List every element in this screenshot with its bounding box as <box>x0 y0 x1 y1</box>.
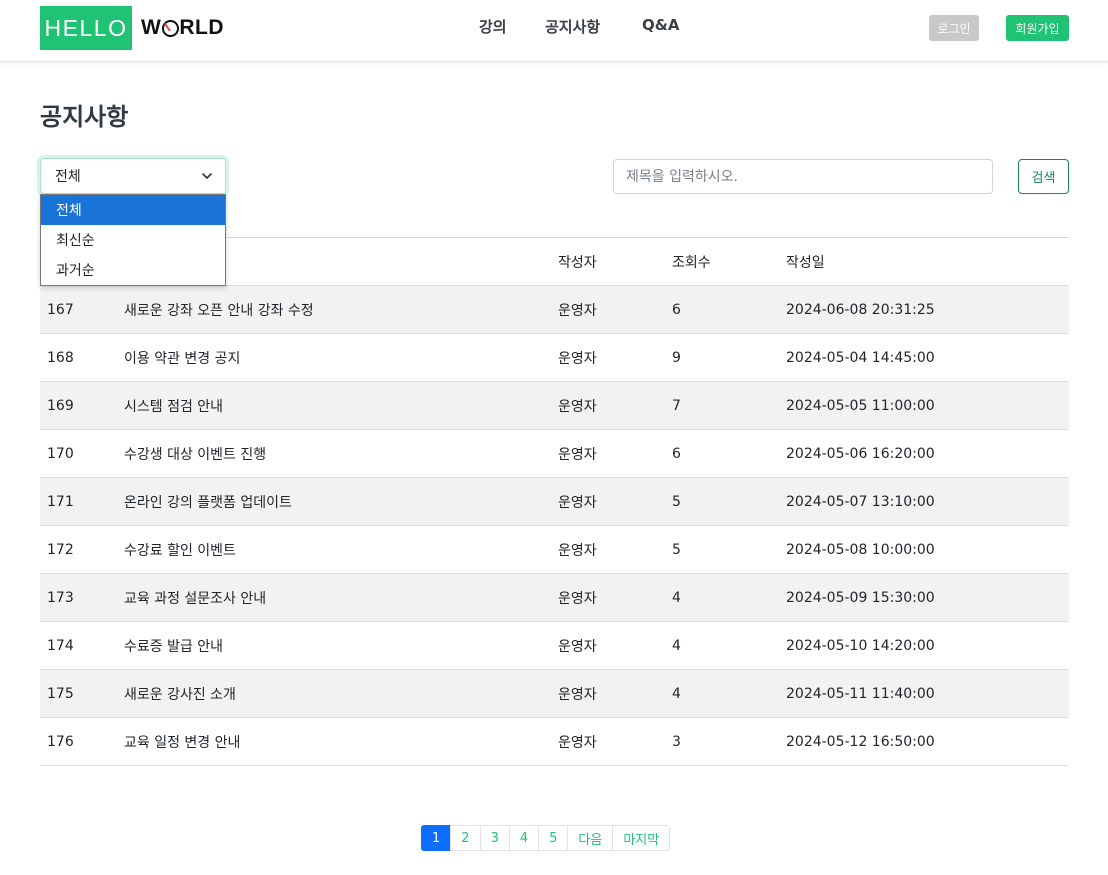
chevron-down-icon <box>202 173 212 179</box>
row-author: 운영자 <box>558 734 597 751</box>
table-row[interactable]: 175 새로운 강사진 소개 운영자 4 2024-05-11 11:40:00 <box>40 670 1069 718</box>
row-date: 2024-05-09 15:30:00 <box>786 589 935 606</box>
row-number: 170 <box>47 445 74 462</box>
notice-table: 작성자 조회수 작성일 167 새로운 강좌 오픈 안내 강좌 수정 운영자 6 202… <box>40 237 1069 766</box>
row-title[interactable]: 새로운 강좌 오픈 안내 강좌 수정 <box>124 286 314 333</box>
row-author: 운영자 <box>558 446 597 463</box>
page-next-button[interactable]: 다음 <box>567 825 614 851</box>
sort-option-all[interactable]: 전체 <box>41 195 225 225</box>
page-title: 공지사항 <box>40 103 129 131</box>
sort-option-oldest[interactable]: 과거순 <box>41 255 225 285</box>
sort-select[interactable]: 전체 <box>40 158 226 194</box>
table-row[interactable]: 174 수료증 발급 안내 운영자 4 2024-05-10 14:20:00 <box>40 622 1069 670</box>
pagination: 1 2 3 4 5 다음 마지막 <box>421 825 671 851</box>
page-link-1[interactable]: 1 <box>421 825 452 851</box>
search-input[interactable] <box>613 159 993 194</box>
search-button[interactable]: 검색 <box>1018 159 1069 194</box>
table-row[interactable]: 170 수강생 대상 이벤트 진행 운영자 6 2024-05-06 16:20:00 <box>40 430 1069 478</box>
row-author: 운영자 <box>558 638 597 655</box>
row-date: 2024-05-11 11:40:00 <box>786 685 935 702</box>
row-views: 6 <box>672 445 681 462</box>
row-title[interactable]: 이용 약관 변경 공지 <box>124 334 240 381</box>
row-number: 169 <box>47 397 74 414</box>
row-date: 2024-05-05 11:00:00 <box>786 397 935 414</box>
row-date: 2024-05-08 10:00:00 <box>786 541 935 558</box>
table-row[interactable]: 171 온라인 강의 플랫폼 업데이트 운영자 5 2024-05-07 13:10:0… <box>40 478 1069 526</box>
page-last-button[interactable]: 마지막 <box>612 825 671 851</box>
row-number: 172 <box>47 541 74 558</box>
table-row[interactable]: 169 시스템 점검 안내 운영자 7 2024-05-05 11:00:00 <box>40 382 1069 430</box>
row-author: 운영자 <box>558 398 597 415</box>
row-views: 5 <box>672 493 681 510</box>
login-button[interactable]: 로그인 <box>929 15 979 41</box>
row-number: 174 <box>47 637 74 654</box>
row-date: 2024-05-12 16:50:00 <box>786 733 935 750</box>
table-row[interactable]: 172 수강료 할인 이벤트 운영자 5 2024-05-08 10:00:00 <box>40 526 1069 574</box>
row-author: 운영자 <box>558 590 597 607</box>
row-number: 175 <box>47 685 74 702</box>
sort-select-value: 전체 <box>55 169 81 185</box>
row-date: 2024-05-10 14:20:00 <box>786 637 935 654</box>
column-header-author: 작성자 <box>558 254 597 271</box>
page-link-5[interactable]: 5 <box>538 825 569 851</box>
row-title[interactable]: 수강생 대상 이벤트 진행 <box>124 430 266 477</box>
table-row[interactable]: 176 교육 일정 변경 안내 운영자 3 2024-05-12 16:50:00 <box>40 718 1069 766</box>
table-row[interactable]: 167 새로운 강좌 오픈 안내 강좌 수정 운영자 6 2024-06-08 20:3… <box>40 286 1069 334</box>
nav-item-qna[interactable]: Q&A <box>642 16 679 34</box>
row-views: 4 <box>672 589 681 606</box>
table-row[interactable]: 168 이용 약관 변경 공지 운영자 9 2024-05-04 14:45:00 <box>40 334 1069 382</box>
row-title[interactable]: 온라인 강의 플랫폼 업데이트 <box>124 478 292 525</box>
row-date: 2024-06-08 20:31:25 <box>786 301 935 318</box>
page-link-2[interactable]: 2 <box>450 825 481 851</box>
row-number: 173 <box>47 589 74 606</box>
row-title[interactable]: 새로운 강사진 소개 <box>124 670 236 717</box>
row-author: 운영자 <box>558 686 597 703</box>
row-title[interactable]: 교육 일정 변경 안내 <box>124 718 240 765</box>
row-author: 운영자 <box>558 494 597 511</box>
column-header-views: 조회수 <box>672 254 711 271</box>
row-date: 2024-05-04 14:45:00 <box>786 349 935 366</box>
table-row[interactable]: 173 교육 과정 설문조사 안내 운영자 4 2024-05-09 15:30:00 <box>40 574 1069 622</box>
row-author: 운영자 <box>558 350 597 367</box>
row-views: 4 <box>672 685 681 702</box>
row-title[interactable]: 시스템 점검 안내 <box>124 382 223 429</box>
row-author: 운영자 <box>558 542 597 559</box>
row-views: 3 <box>672 733 681 750</box>
row-views: 9 <box>672 349 681 366</box>
row-number: 171 <box>47 493 74 510</box>
row-title[interactable]: 교육 과정 설문조사 안내 <box>124 574 266 621</box>
page-link-3[interactable]: 3 <box>479 825 510 851</box>
nav-item-lectures[interactable]: 강의 <box>479 16 507 37</box>
table-body: 167 새로운 강좌 오픈 안내 강좌 수정 운영자 6 2024-06-08 20:3… <box>40 286 1069 766</box>
row-number: 167 <box>47 301 74 318</box>
signup-button[interactable]: 회원가입 <box>1006 15 1069 41</box>
page-link-4[interactable]: 4 <box>508 825 540 851</box>
row-title[interactable]: 수강료 할인 이벤트 <box>124 526 236 573</box>
nav-item-notices[interactable]: 공지사항 <box>545 16 600 37</box>
row-views: 7 <box>672 397 681 414</box>
sort-dropdown: 전체 최신순 과거순 <box>40 194 226 286</box>
row-author: 운영자 <box>558 302 597 319</box>
row-title[interactable]: 수료증 발급 안내 <box>124 622 223 669</box>
row-views: 6 <box>672 301 681 318</box>
column-header-date: 작성일 <box>786 254 825 271</box>
row-views: 5 <box>672 541 681 558</box>
row-number: 168 <box>47 349 74 366</box>
row-number: 176 <box>47 733 74 750</box>
site-header: HELLO W RLD 강의 공지사항 Q&A 로그인 회원가입 <box>0 0 1108 62</box>
row-date: 2024-05-07 13:10:00 <box>786 493 935 510</box>
row-views: 4 <box>672 637 681 654</box>
sort-option-newest[interactable]: 최신순 <box>41 225 225 255</box>
row-date: 2024-05-06 16:20:00 <box>786 445 935 462</box>
